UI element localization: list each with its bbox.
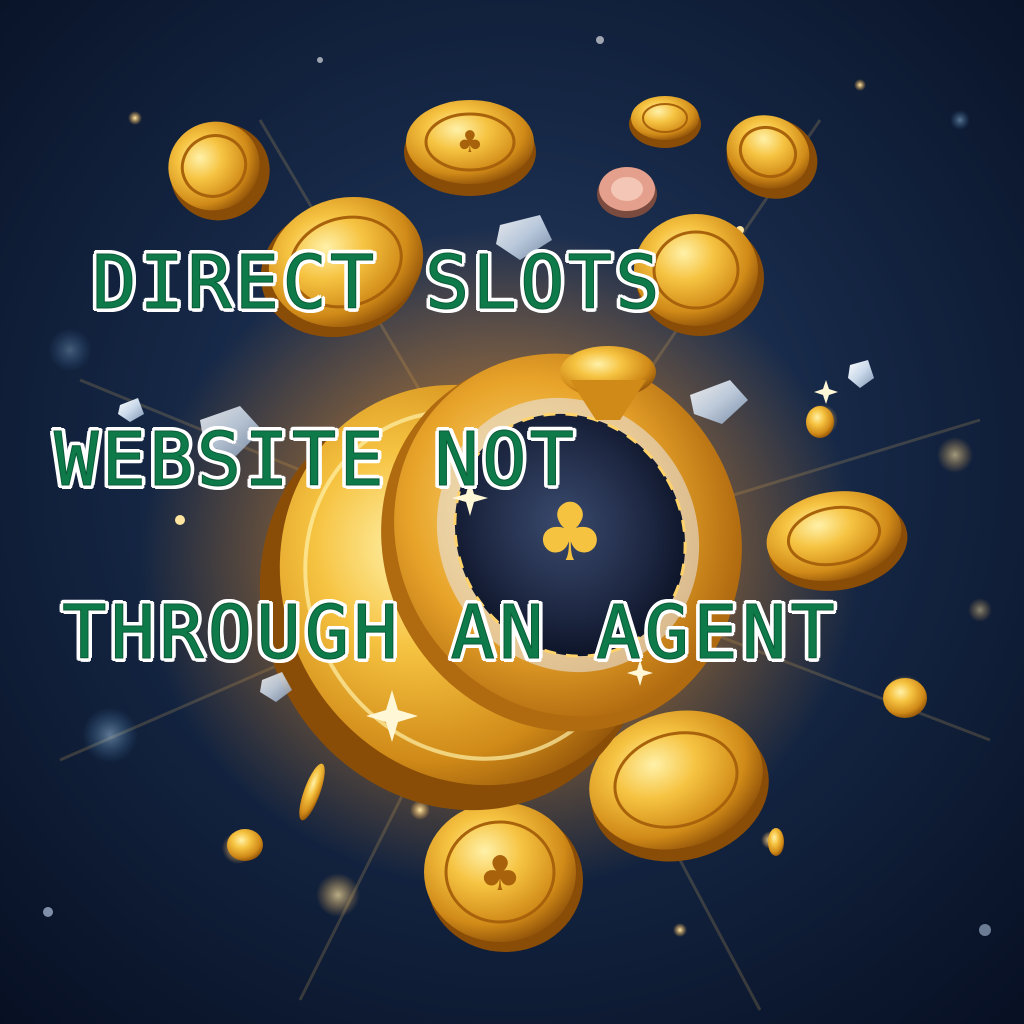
poster-canvas: ♣ ♣ ♣ DIRECT SLOTS WEBSITE NOT THROUGH A… (0, 0, 1024, 1024)
svg-text:♣: ♣ (457, 125, 484, 160)
gold-coin-icon: ♣ (404, 100, 536, 196)
casino-chip-icon (597, 167, 657, 218)
gold-coin-icon (768, 828, 784, 856)
headline-line-3: THROUGH AN AGENT (62, 590, 839, 676)
headline-line-1: DIRECT SLOTS (92, 240, 663, 326)
svg-text:♣: ♣ (478, 846, 521, 902)
gold-coin-icon (227, 829, 263, 861)
casino-coin-artwork: ♣ ♣ ♣ (0, 0, 1024, 1024)
headline-line-2: WEBSITE NOT (53, 417, 578, 503)
gold-coin-icon (806, 406, 834, 438)
gold-coin-icon (883, 678, 927, 718)
gold-coin-icon (629, 96, 701, 148)
